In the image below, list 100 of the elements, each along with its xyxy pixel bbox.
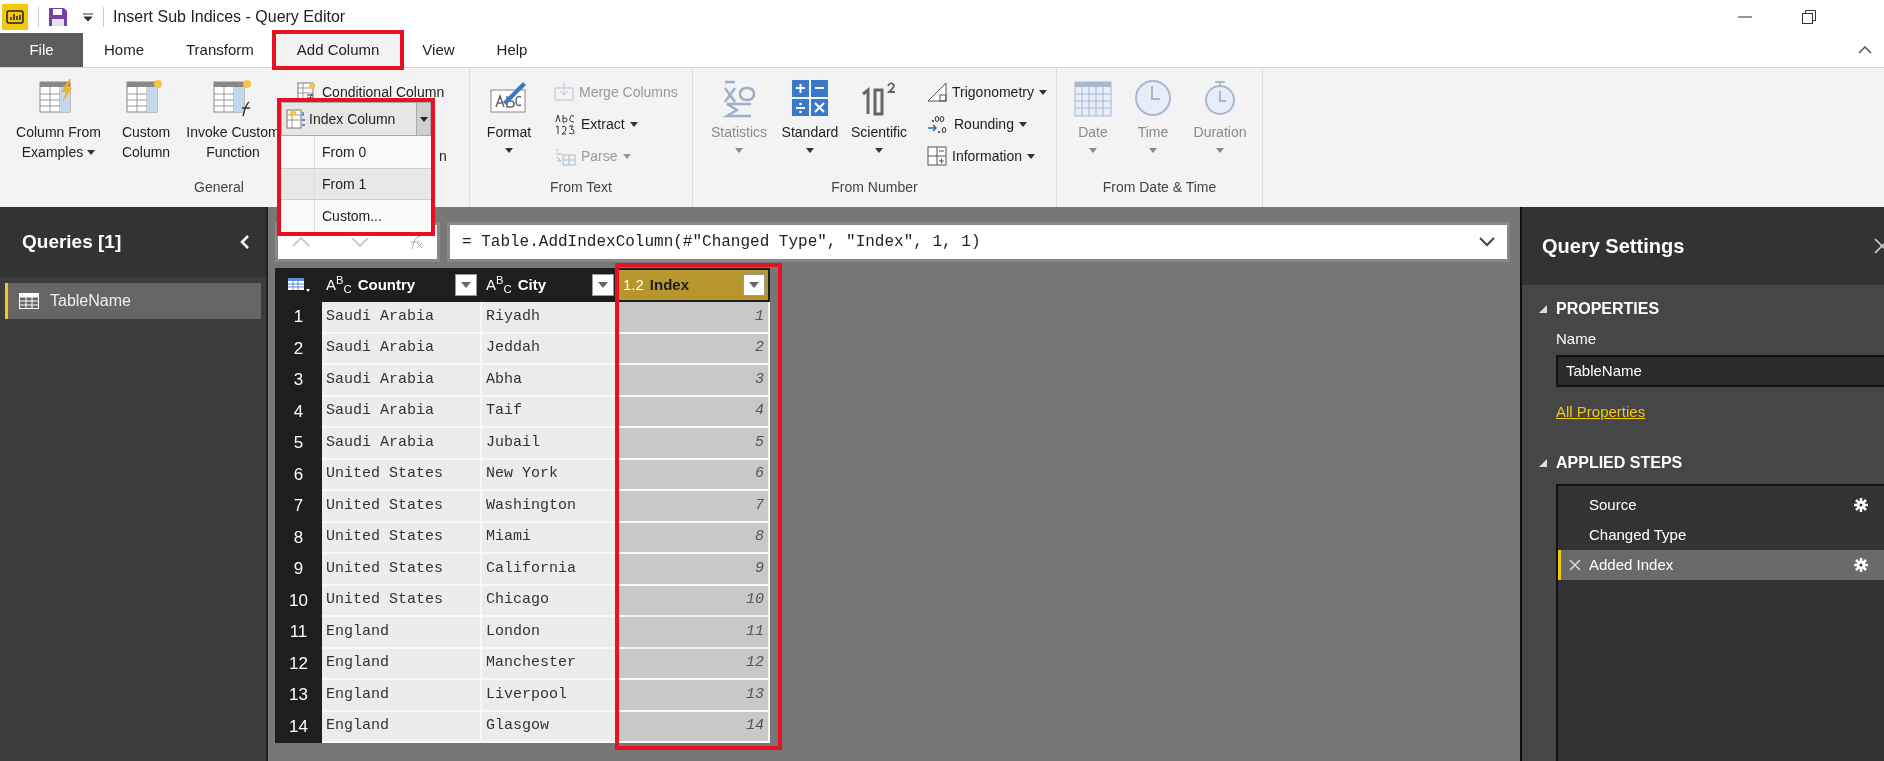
file-tab[interactable]: File (0, 33, 83, 67)
minimize-icon (1738, 15, 1752, 18)
row-number: 5 (276, 427, 321, 459)
query-item[interactable]: TableName (5, 283, 261, 319)
applied-step[interactable]: Source (1558, 490, 1884, 520)
ribbon-button[interactable]: Scientific (843, 68, 915, 153)
applied-step[interactable]: Added Index (1558, 550, 1884, 580)
row-number: 2 (276, 332, 321, 364)
collapse-chevron-icon (240, 234, 250, 250)
column-header[interactable]: A$^{B}$$_{C}$ Country (321, 269, 481, 301)
caret-icon (87, 149, 96, 155)
filter-dropdown-icon[interactable] (455, 274, 477, 296)
table-cell: 10 (618, 584, 769, 616)
filter-dropdown-icon[interactable] (743, 274, 765, 296)
column-header[interactable]: 1.2 Index (618, 269, 769, 301)
table-icon (19, 293, 39, 309)
filter-dropdown-icon[interactable] (592, 274, 614, 296)
row-number: 13 (276, 679, 321, 711)
applied-step[interactable]: Changed Type (1558, 520, 1884, 550)
table-cell: Saudi Arabia (321, 364, 481, 396)
formula-field[interactable]: = Table.AddIndexColumn(#"Changed Type", "Index", 1, 1) (447, 222, 1510, 262)
merge-columns-icon (554, 82, 574, 102)
delete-step-icon (1569, 559, 1581, 571)
calculator-icon (790, 78, 830, 118)
table-cell: United States (321, 553, 481, 585)
table-cell: United States (321, 584, 481, 616)
table-cell: United States (321, 458, 481, 490)
index-table-icon (286, 109, 306, 129)
table-cell: England (321, 647, 481, 679)
split-button[interactable]: Index Column (281, 102, 431, 136)
table-cell: 3 (618, 364, 769, 396)
menu-item[interactable]: From 1 (281, 168, 431, 200)
ribbon-button[interactable]: Extract (554, 108, 638, 140)
table-cell: England (321, 616, 481, 648)
caret-icon (806, 148, 814, 153)
parse-table-icon (554, 146, 576, 166)
row-number: 12 (276, 647, 321, 679)
ribbon-tab[interactable]: View (401, 33, 476, 67)
panel-title: Query Settings (1542, 234, 1685, 259)
table-menu-icon (286, 277, 311, 293)
row-number: 10 (276, 584, 321, 616)
ribbon-button[interactable]: Format (476, 68, 542, 153)
queries-title: Queries [1] (22, 229, 122, 254)
ribbon-button[interactable]: Trigonometry (927, 76, 1047, 108)
group-label: General (194, 178, 244, 197)
table-cell: 6 (618, 458, 769, 490)
collapse-ribbon-icon (1858, 46, 1872, 54)
gear-icon (1854, 558, 1868, 572)
calendar-icon (1073, 78, 1113, 118)
column-name: City (517, 274, 547, 295)
table-cell: 12 (618, 647, 769, 679)
name-field[interactable]: TableName (1556, 354, 1884, 387)
table-cell: United States (321, 521, 481, 553)
all-properties-link[interactable]: All Properties (1556, 400, 1646, 423)
info-grid-icon (927, 146, 947, 166)
ribbon-tab[interactable]: Transform (165, 33, 275, 67)
ribbon-button[interactable]: Information (927, 140, 1036, 172)
ribbon-tab[interactable]: Help (475, 33, 549, 67)
ribbon-button[interactable]: Rounding (927, 108, 1027, 140)
caret-icon (1149, 148, 1157, 153)
table-cell: 11 (618, 616, 769, 648)
caret-icon (735, 148, 743, 153)
menu-item[interactable]: Custom... (281, 200, 431, 232)
caret-icon (622, 153, 631, 159)
table-cell: 13 (618, 679, 769, 711)
row-number: 11 (276, 616, 321, 648)
ribbon-button-label[interactable]: n (439, 140, 447, 172)
save-icon (48, 6, 68, 27)
abc-123-icon (554, 113, 576, 135)
table-cell: 1 (618, 301, 769, 333)
row-number: 8 (276, 521, 321, 553)
table-cell: 14 (618, 710, 769, 742)
section-heading[interactable]: PROPERTIES (1556, 297, 1660, 321)
column-header[interactable]: A$^{B}$$_{C}$ City (481, 269, 618, 301)
caret-icon (629, 121, 638, 127)
ribbon-tab[interactable]: Home (83, 33, 165, 67)
row-number: 3 (276, 364, 321, 396)
ribbon-button[interactable]: Custom Column (111, 68, 181, 162)
group-label: From Text (550, 178, 612, 197)
triangle-ruler-icon (927, 82, 947, 102)
caret-icon (1038, 89, 1047, 95)
caret-icon (1027, 153, 1036, 159)
bar-chart-icon (6, 9, 24, 24)
column-name: Index (649, 274, 691, 295)
function-icon (409, 234, 423, 250)
table-cell: United States (321, 490, 481, 522)
ribbon-button[interactable]: Column From Examples (6, 68, 111, 162)
row-number: 9 (276, 553, 321, 585)
table-function-icon (213, 78, 253, 118)
ribbon-tab[interactable]: Add Column (274, 33, 402, 67)
row-number: 4 (276, 395, 321, 427)
table-cell: 5 (618, 427, 769, 459)
section-heading[interactable]: APPLIED STEPS (1556, 451, 1683, 475)
table-cell: 9 (618, 553, 769, 585)
row-number: 6 (276, 458, 321, 490)
restore-icon (1802, 9, 1816, 24)
ribbon-button[interactable]: Standard (777, 68, 843, 153)
table-cell: 4 (618, 395, 769, 427)
caret-icon (505, 148, 513, 153)
group-label: From Date & Time (1102, 178, 1217, 197)
